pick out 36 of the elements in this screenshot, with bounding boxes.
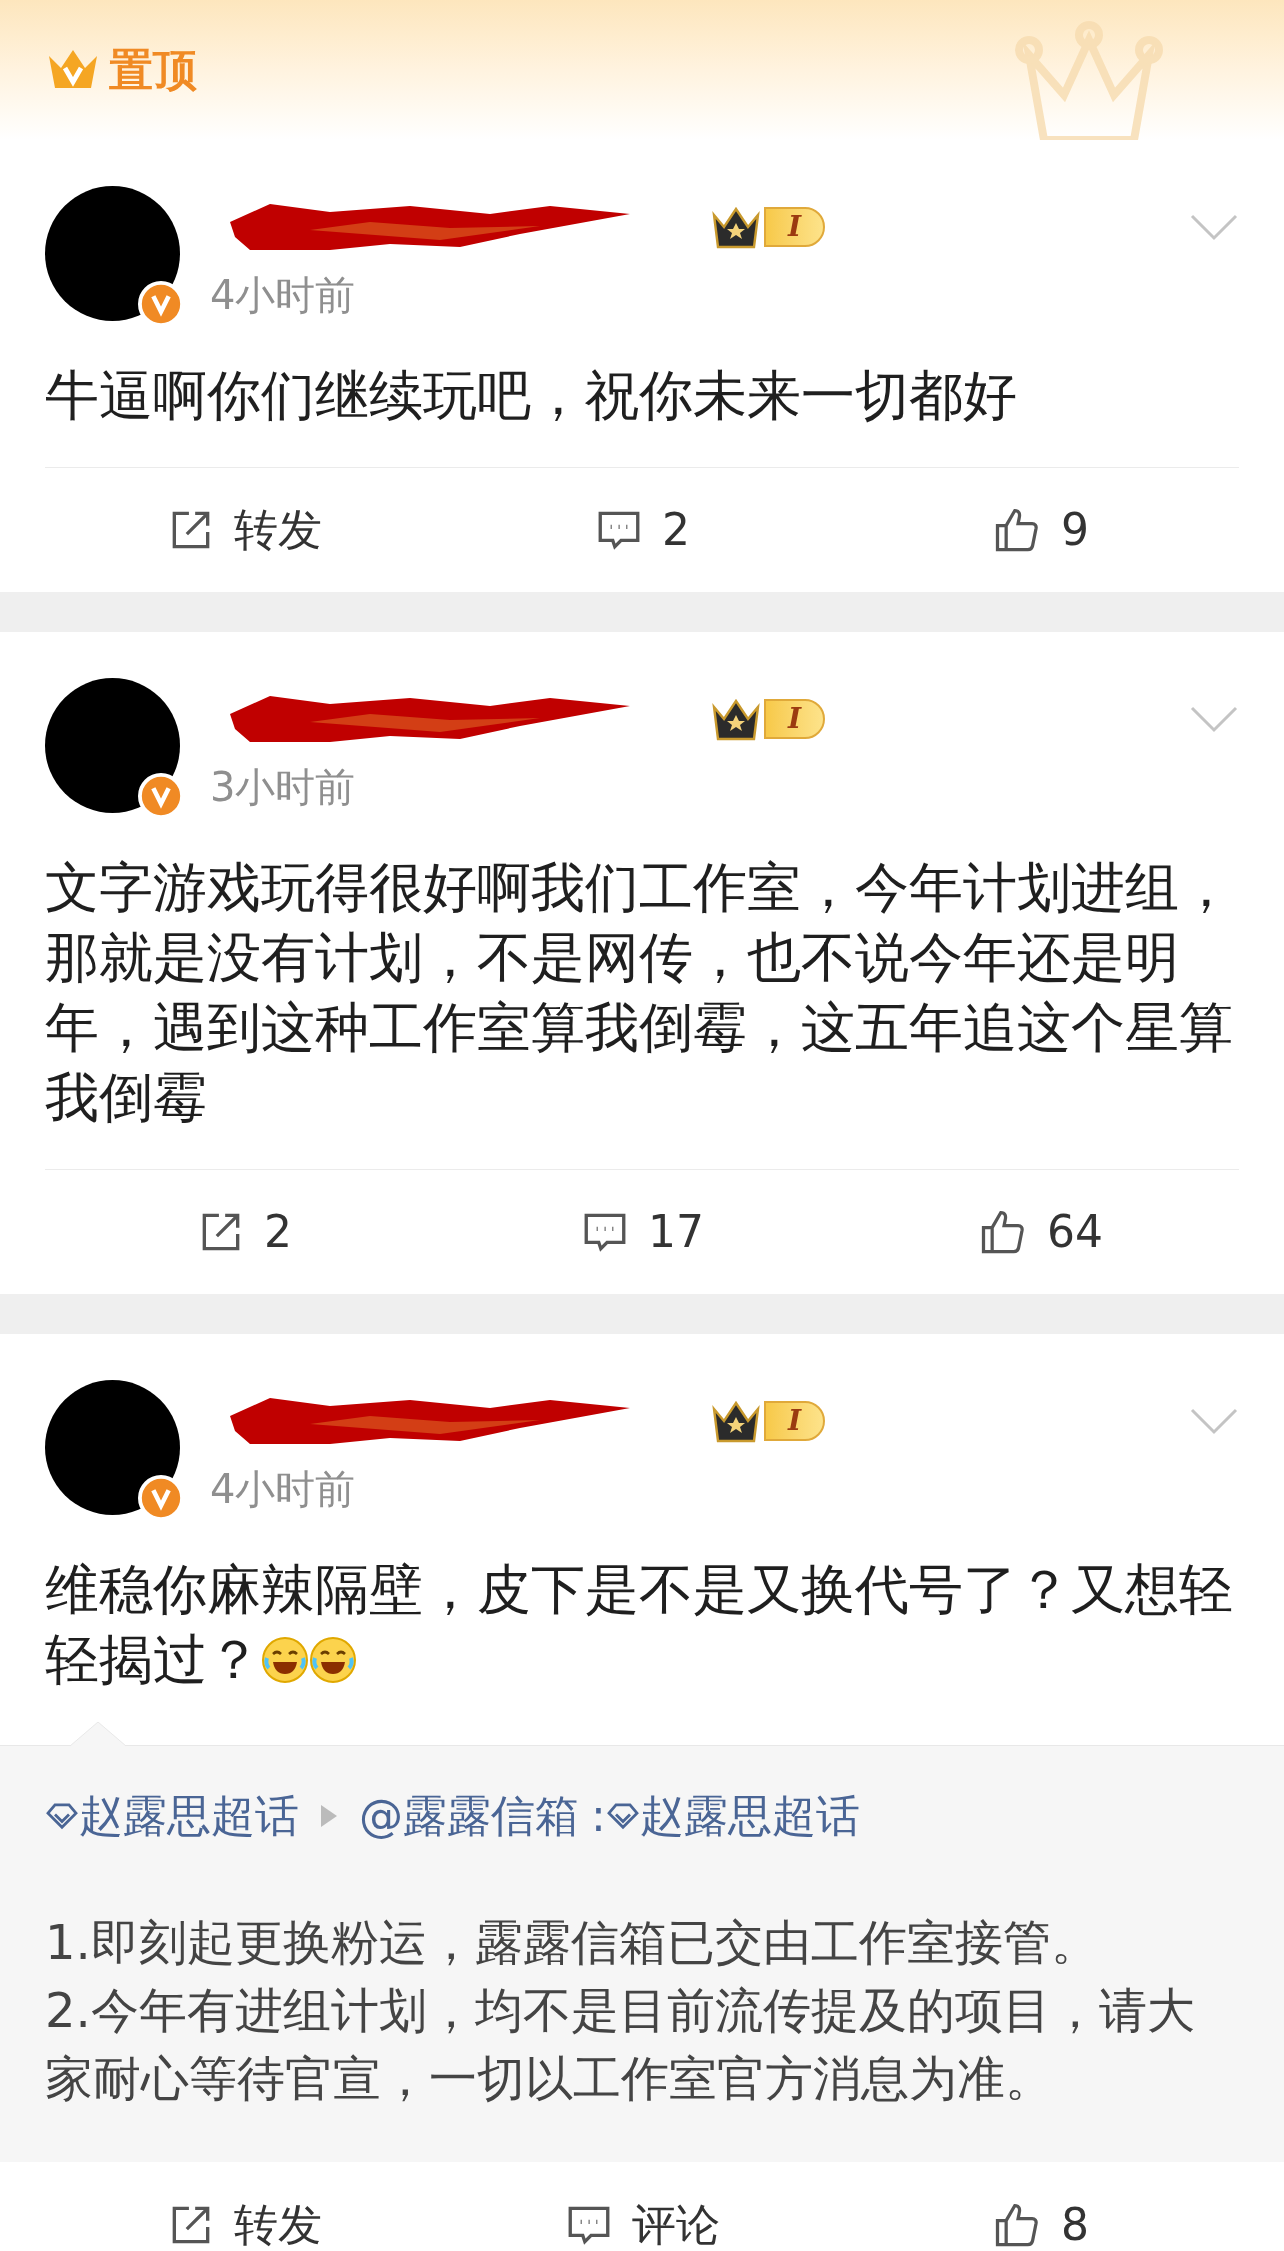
- level-badge: I: [764, 1401, 826, 1441]
- post-time: 4小时前: [210, 271, 357, 320]
- verified-badge-icon: [138, 1475, 184, 1521]
- verified-badge-icon: [138, 773, 184, 819]
- pinned-label: 置顶: [109, 43, 197, 97]
- like-button[interactable]: 8: [841, 2162, 1239, 2251]
- post-time: 4小时前: [210, 1465, 357, 1514]
- triangle-right-icon: [321, 1805, 337, 1827]
- topic-link[interactable]: 赵露思超话: [639, 1786, 860, 1846]
- chevron-down-icon[interactable]: [1189, 1406, 1239, 1436]
- comment-button[interactable]: 17: [443, 1170, 841, 1294]
- post-text: 文字游戏玩得很好啊我们工作室，今年计划进组， 那就是没有计划，不是网传，也不说今年还是明 年，遇到这种工作室算我倒霉，这五年追这个星算 我倒霉: [44, 855, 1234, 1131]
- comment-button[interactable]: 2: [443, 468, 841, 592]
- chevron-down-icon[interactable]: [1189, 212, 1239, 242]
- level-badge: I: [764, 699, 826, 739]
- post-text: 牛逼啊你们继续玩吧，祝你未来一切都好: [44, 363, 1018, 429]
- share-button[interactable]: 转发: [45, 2162, 443, 2251]
- post-text: 维稳你麻辣隔壁，皮下是不是又换代号了？又想轻 轻揭过？: [44, 1557, 1234, 1693]
- author-link[interactable]: @露露信箱: [359, 1786, 579, 1846]
- diamond-icon: [605, 1802, 640, 1830]
- topic-link[interactable]: 赵露思超话: [79, 1786, 299, 1846]
- repost-text: 1.即刻起更换粉运，露露信箱已交由工作室接管。 2.今年有进组计划，均不是目前流传提及的项目，请大 家耐心等待官宣，一切以工作室官方消息为准。: [45, 1913, 1196, 2108]
- share-button[interactable]: 转发: [45, 468, 443, 592]
- diamond-icon: [45, 1802, 79, 1830]
- like-button[interactable]: 64: [841, 1170, 1239, 1294]
- post-time: 3小时前: [210, 763, 357, 812]
- laughing-emoji-icon: [261, 1636, 309, 1684]
- crown-decoration-icon: [1014, 20, 1164, 140]
- laughing-emoji-icon: [309, 1636, 357, 1684]
- verified-badge-icon: [138, 281, 184, 327]
- chevron-down-icon[interactable]: [1189, 704, 1239, 734]
- like-button[interactable]: 9: [841, 468, 1239, 592]
- share-button[interactable]: 2: [45, 1170, 443, 1294]
- separator-text: :: [591, 1789, 606, 1843]
- level-badge: I: [764, 207, 826, 247]
- comment-button[interactable]: 评论: [443, 2162, 841, 2251]
